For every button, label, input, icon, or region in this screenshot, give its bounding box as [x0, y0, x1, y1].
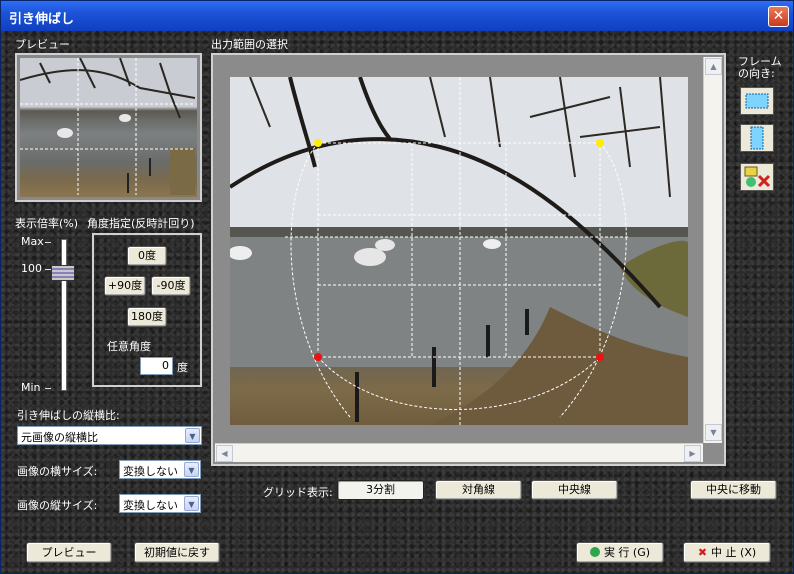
grid-diagonal-button[interactable]: 対角線 — [435, 480, 522, 500]
close-button[interactable]: ✕ — [768, 6, 789, 27]
zoom-max-label: Max — [21, 235, 44, 248]
hsize-select-value: 変換しない — [123, 465, 178, 478]
scroll-down-icon[interactable]: ▼ — [705, 424, 722, 441]
aspect-select[interactable]: 元画像の縦横比 ▼ — [17, 426, 202, 445]
rotate-0-button[interactable]: 0度 — [127, 246, 167, 266]
move-to-center-button[interactable]: 中央に移動 — [690, 480, 777, 500]
preview-thumbnail — [15, 53, 202, 202]
output-range-image[interactable] — [230, 77, 688, 425]
landscape-frame-icon[interactable] — [740, 87, 774, 115]
zoom-slider-thumb[interactable] — [51, 265, 75, 281]
custom-angle-input[interactable]: 0 — [140, 357, 173, 375]
vertical-scrollbar[interactable]: ▲ ▼ — [703, 57, 722, 443]
horizontal-scrollbar[interactable]: ◀ ▶ — [215, 443, 703, 462]
zoom-tick — [45, 242, 51, 243]
vsize-select[interactable]: 変換しない ▼ — [119, 494, 201, 513]
run-button[interactable]: 実 行 (G) — [576, 542, 664, 563]
angle-unit-label: 度 — [177, 361, 188, 374]
rotate-180-button[interactable]: 180度 — [127, 307, 167, 327]
title-bar: 引き伸ばし ✕ — [1, 1, 793, 31]
grid-label: グリッド表示: — [263, 486, 333, 499]
run-button-label: 実 行 (G) — [603, 546, 651, 559]
vsize-label: 画像の縦サイズ: — [17, 499, 98, 512]
aspect-select-value: 元画像の縦横比 — [21, 431, 98, 444]
vsize-select-value: 変換しない — [123, 499, 178, 512]
cancel-icon: ✖ — [697, 546, 708, 559]
custom-angle-label: 任意角度 — [107, 340, 151, 353]
chevron-down-icon[interactable]: ▼ — [185, 428, 200, 443]
stretch-dialog: 引き伸ばし ✕ プレビュー 表示倍率(%) Max 100 Min 角度指定(反… — [0, 0, 794, 574]
run-icon — [589, 547, 600, 557]
chevron-down-icon[interactable]: ▼ — [184, 462, 199, 477]
grid-center-button[interactable]: 中央線 — [531, 480, 618, 500]
cancel-button-label: 中 止 (X) — [711, 546, 757, 559]
zoom-label: 表示倍率(%) — [15, 217, 79, 230]
scroll-up-icon[interactable]: ▲ — [705, 58, 722, 75]
window-title: 引き伸ばし — [9, 12, 75, 27]
preview-label: プレビュー — [15, 38, 70, 51]
rotate-plus90-button[interactable]: +90度 — [104, 276, 146, 296]
zoom-slider-track[interactable] — [61, 239, 67, 391]
portrait-frame-icon[interactable] — [740, 124, 774, 152]
zoom-tick — [45, 388, 51, 389]
angle-label: 角度指定(反時計回り) — [87, 217, 195, 230]
preview-image — [20, 58, 197, 197]
scroll-right-icon[interactable]: ▶ — [684, 445, 701, 462]
preview-button[interactable]: プレビュー — [26, 542, 112, 563]
zoom-min-label: Min — [21, 381, 41, 394]
grid-thirds-button[interactable]: 3分割 — [337, 480, 424, 500]
free-frame-icon[interactable] — [740, 163, 774, 191]
aspect-label: 引き伸ばしの縦横比: — [17, 409, 120, 422]
chevron-down-icon[interactable]: ▼ — [184, 496, 199, 511]
hsize-select[interactable]: 変換しない ▼ — [119, 460, 201, 479]
rotate-minus90-button[interactable]: -90度 — [151, 276, 191, 296]
hsize-label: 画像の横サイズ: — [17, 465, 98, 478]
output-range-label: 出力範囲の選択 — [211, 38, 288, 51]
zoom-value-label: 100 — [21, 262, 42, 275]
reset-button[interactable]: 初期値に戻す — [134, 542, 220, 563]
frame-orientation-label-2: の向き: — [738, 67, 775, 80]
cancel-button[interactable]: ✖ 中 止 (X) — [683, 542, 771, 563]
scroll-left-icon[interactable]: ◀ — [216, 445, 233, 462]
